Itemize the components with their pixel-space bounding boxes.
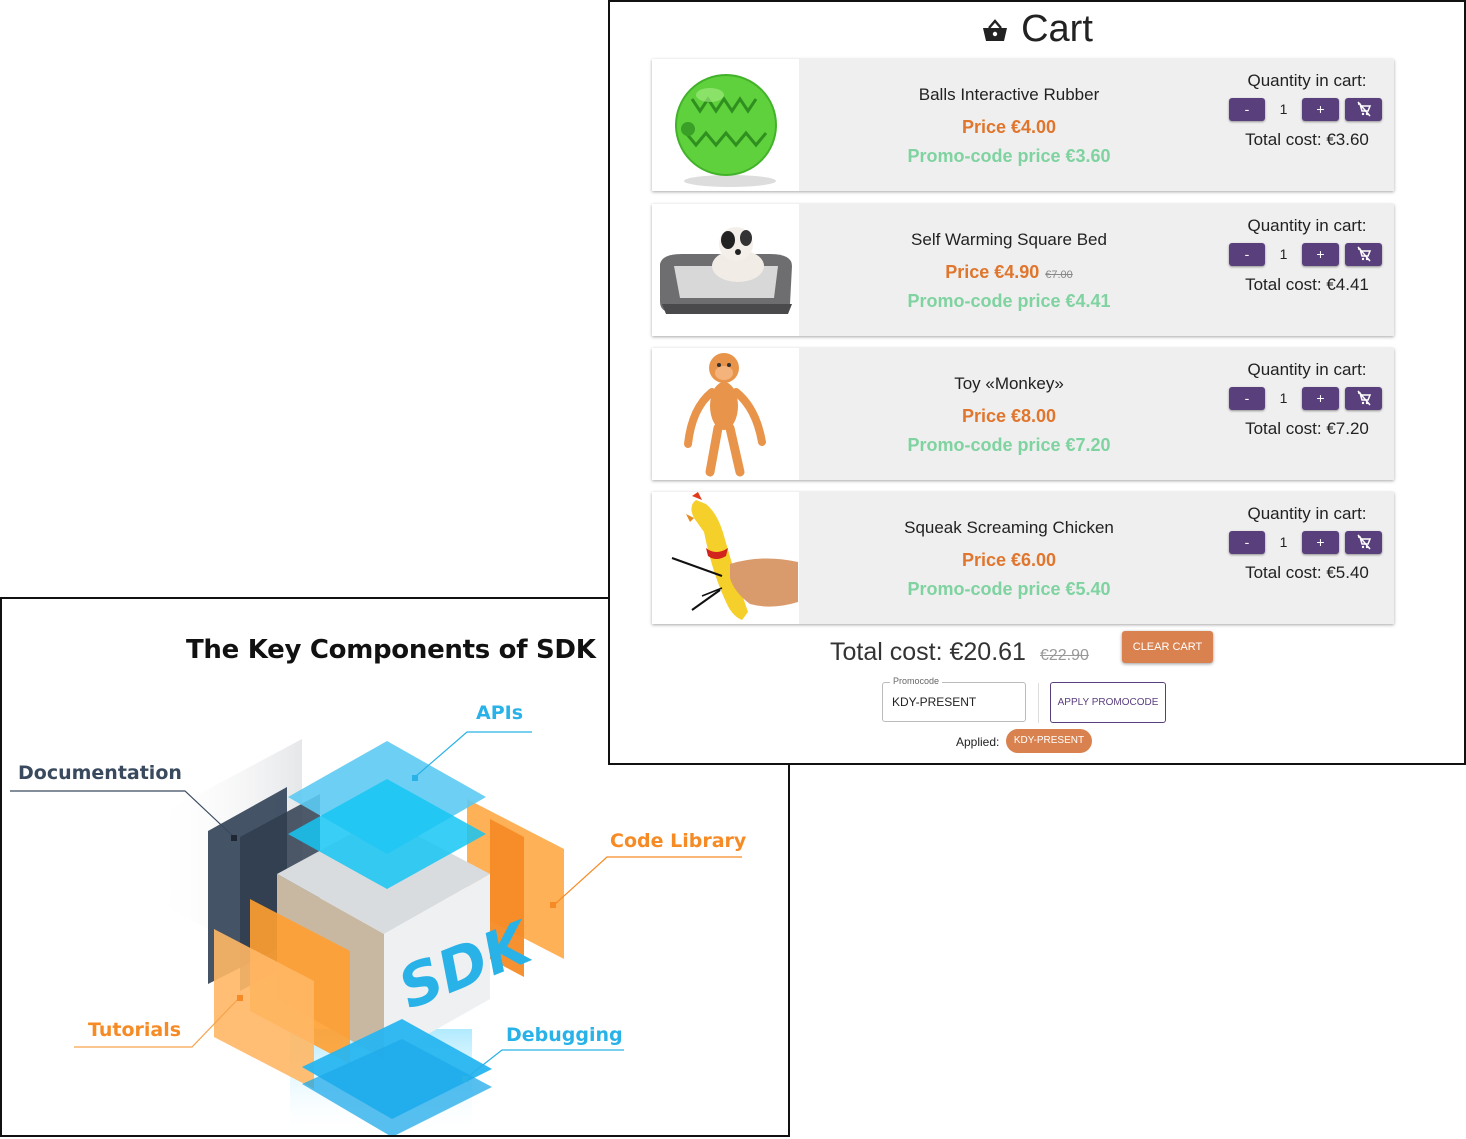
monkey-toy-image [652,348,799,480]
quantity-box: Quantity in cart: - 1 + Total cost: €7.2… [1227,360,1387,439]
green-ball-image [652,59,799,191]
remove-from-cart-button[interactable] [1345,387,1382,410]
cart-panel: Cart Balls Interactive Rubber Price €4.0… [608,0,1466,765]
quantity-label: Quantity in cart: [1247,216,1367,235]
quantity-label: Quantity in cart: [1247,360,1367,379]
divider [1038,683,1039,723]
dog-bed-image [652,204,799,336]
increase-button[interactable]: + [1302,531,1339,554]
promocode-input[interactable] [892,695,1012,709]
code-library-label: Code Library [610,830,747,852]
quantity-value: 1 [1279,246,1288,262]
documentation-label: Documentation [18,762,182,784]
applied-label: Applied: [956,735,1000,749]
item-price: Price €4.00 [961,117,1057,137]
quantity-stepper: - 1 + [1227,531,1387,555]
decrease-button[interactable]: - [1229,243,1265,266]
basket-icon [983,19,1008,41]
remove-from-cart-button[interactable] [1345,243,1382,266]
quantity-stepper: - 1 + [1227,98,1387,122]
item-name: Squeak Screaming Chicken [904,518,1114,537]
quantity-stepper: - 1 + [1227,387,1387,411]
quantity-box: Quantity in cart: - 1 + Total cost: €4.4… [1227,216,1387,295]
item-promo-price: Promo-code price €5.40 [907,579,1111,599]
quantity-stepper: - 1 + [1227,243,1387,267]
apis-label: APIs [476,702,524,724]
apply-promocode-button[interactable]: APPLY PROMOCODE [1050,682,1166,723]
item-total: Total cost: €4.41 [1245,275,1369,294]
decrease-button[interactable]: - [1229,531,1265,554]
promocode-field[interactable]: Promocode [882,676,1026,722]
promocode-legend: Promocode [890,676,943,686]
item-price: Price €8.00 [961,406,1057,426]
cart-item: Toy «Monkey» Price €8.00 Promo-code pric… [652,348,1394,480]
item-old-price: €7.00 [1045,269,1073,281]
quantity-label: Quantity in cart: [1247,71,1367,90]
clear-cart-button[interactable]: CLEAR CART [1122,631,1213,663]
item-price: Price €4.90 €7.00 [945,262,1073,282]
increase-button[interactable]: + [1302,243,1339,266]
cart-item: Self Warming Square Bed Price €4.90 €7.00… [652,204,1394,336]
item-promo-price: Promo-code price €4.41 [907,291,1111,311]
item-name: Balls Interactive Rubber [918,85,1100,104]
rubber-chicken-image [652,492,799,624]
cart-item: Squeak Screaming Chicken Price €6.00 Pro… [652,492,1394,624]
item-name: Toy «Monkey» [954,374,1064,393]
decrease-button[interactable]: - [1229,387,1265,410]
quantity-value: 1 [1279,101,1288,117]
item-total: Total cost: €7.20 [1245,419,1369,438]
item-total: Total cost: €5.40 [1245,563,1369,582]
quantity-value: 1 [1279,390,1288,406]
tutorials-label: Tutorials [88,1019,182,1041]
grand-total: Total cost: €20.61 €22.90 [830,638,1089,666]
item-total: Total cost: €3.60 [1245,130,1369,149]
remove-from-cart-icon [1356,101,1371,117]
increase-button[interactable]: + [1302,387,1339,410]
decrease-button[interactable]: - [1229,98,1265,121]
cart-title: Cart [1021,8,1093,50]
quantity-box: Quantity in cart: - 1 + Total cost: €5.4… [1227,504,1387,583]
quantity-label: Quantity in cart: [1247,504,1367,523]
remove-from-cart-icon [1356,534,1371,550]
quantity-value: 1 [1279,534,1288,550]
remove-from-cart-icon [1356,246,1371,262]
item-promo-price: Promo-code price €7.20 [907,435,1111,455]
quantity-box: Quantity in cart: - 1 + Total cost: €3.6… [1227,71,1387,150]
cart-item: Balls Interactive Rubber Price €4.00 Pro… [652,59,1394,191]
item-promo-price: Promo-code price €3.60 [907,146,1111,166]
debugging-label: Debugging [506,1024,623,1046]
cart-header: Cart [610,8,1464,51]
applied-promocode-chip[interactable]: KDY-PRESENT [1006,729,1092,753]
remove-from-cart-icon [1356,390,1371,406]
remove-from-cart-button[interactable] [1345,98,1382,121]
item-name: Self Warming Square Bed [911,230,1107,249]
increase-button[interactable]: + [1302,98,1339,121]
grand-total-old: €22.90 [1039,647,1089,664]
item-price: Price €6.00 [961,550,1057,570]
remove-from-cart-button[interactable] [1345,531,1382,554]
